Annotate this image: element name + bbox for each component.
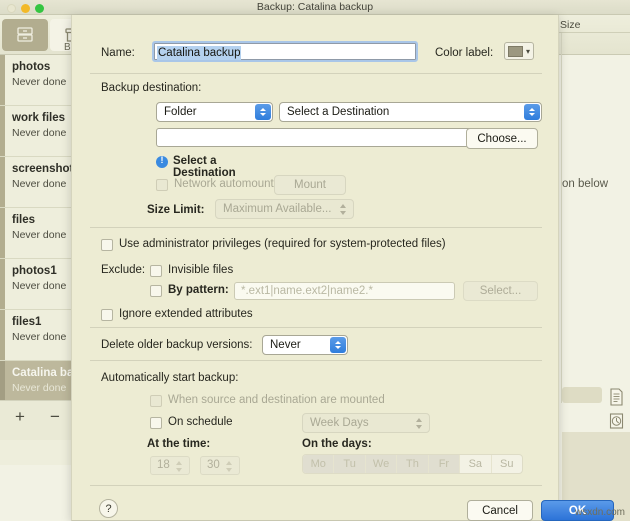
task-item-accent-bar [0, 55, 5, 105]
zoom-window-button[interactable] [35, 4, 44, 13]
exclude-pattern-placeholder: *.ext1|name.ext2|name2.* [241, 285, 373, 297]
network-automount-label: Network automount [174, 178, 274, 190]
on-schedule-label: On schedule [168, 416, 233, 428]
start-when-mounted-checkbox[interactable] [150, 395, 162, 407]
schedule-frequency-popup[interactable]: Week Days [302, 413, 430, 433]
stepper-arrows-icon [340, 203, 347, 216]
detail-placeholder-pill [562, 387, 602, 403]
task-item-accent-bar [0, 106, 5, 156]
day-segment[interactable]: We [365, 455, 398, 473]
window-title: Backup: Catalina backup [256, 1, 374, 13]
backup-settings-sheet: Name: Catalina backup Color label: ▾ Bac… [71, 15, 614, 521]
ignore-xattr-checkbox[interactable] [101, 309, 113, 321]
delete-older-versions-label: Delete older backup versions: [101, 339, 253, 351]
exclude-pattern-label: By pattern: [168, 284, 229, 296]
day-segment[interactable]: Th [397, 455, 429, 473]
ignore-xattr-label: Ignore extended attributes [119, 308, 253, 320]
day-segment[interactable]: Mo [303, 455, 335, 473]
popup-arrows-icon [255, 104, 271, 120]
on-schedule-checkbox[interactable] [150, 417, 162, 429]
divider-destination-section [90, 227, 542, 228]
task-item-accent-bar [0, 157, 5, 207]
delete-older-versions-value: Never [270, 339, 301, 351]
destination-type-popup[interactable]: Folder [156, 102, 273, 122]
popup-arrows-icon [524, 104, 540, 120]
size-limit-value: Maximum Available... [223, 203, 332, 215]
list-header-divider [553, 32, 630, 33]
chevron-down-icon: ▾ [526, 47, 531, 56]
drawer-toolbar-button[interactable] [2, 19, 48, 51]
cancel-button[interactable]: Cancel [467, 500, 533, 521]
close-window-button[interactable] [7, 4, 16, 13]
name-input[interactable]: Catalina backup [152, 41, 418, 62]
drawer-icon [15, 25, 35, 50]
color-label-picker[interactable]: ▾ [504, 42, 534, 60]
backup-destination-label: Backup destination: [101, 82, 202, 94]
size-limit-label: Size Limit: [147, 204, 205, 216]
exclude-invisible-label: Invisible files [168, 264, 234, 276]
background-hint-text: on below [562, 178, 609, 190]
destination-target-popup[interactable]: Select a Destination [279, 102, 542, 122]
at-the-time-label: At the time: [147, 438, 211, 450]
color-swatch [508, 46, 523, 57]
destination-target-value: Select a Destination [287, 106, 390, 118]
content-vertical-divider [561, 33, 562, 403]
choose-button[interactable]: Choose... [466, 128, 538, 149]
schedule-hour-value: 18 [157, 459, 170, 471]
name-input-value: Catalina backup [157, 46, 242, 60]
size-limit-popup[interactable]: Maximum Available... [215, 199, 354, 219]
schedule-frequency-value: Week Days [310, 417, 369, 429]
color-label-label: Color label: [435, 47, 494, 59]
admin-privileges-label: Use administrator privileges (required f… [119, 238, 446, 250]
task-item-accent-bar [0, 310, 5, 360]
schedule-minute-stepper[interactable]: 30 [200, 456, 240, 475]
schedule-days-segmented-control[interactable]: Mo Tu We Th Fr Sa Su [302, 454, 523, 474]
name-input-border: Catalina backup [154, 43, 416, 60]
delete-older-versions-popup[interactable]: Never [262, 335, 348, 355]
schedule-minute-value: 30 [207, 459, 220, 471]
divider-retention-section [90, 360, 542, 361]
task-item-accent-bar [0, 259, 5, 309]
day-segment[interactable]: Su [492, 455, 522, 473]
document-icon [610, 388, 623, 406]
clock-icon-button[interactable] [608, 411, 625, 431]
exclude-label: Exclude: [101, 264, 146, 276]
admin-privileges-checkbox[interactable] [101, 239, 113, 251]
exclude-pattern-checkbox[interactable] [150, 285, 162, 297]
clock-icon [609, 413, 624, 429]
task-item-accent-bar [0, 208, 5, 258]
divider-footer-section [90, 485, 542, 486]
document-icon-button[interactable] [608, 387, 625, 407]
minimize-window-button[interactable] [21, 4, 30, 13]
help-button[interactable]: ? [99, 499, 118, 518]
add-task-button[interactable]: + [15, 408, 25, 425]
destination-type-value: Folder [164, 106, 197, 118]
auto-start-section-label: Automatically start backup: [101, 372, 239, 384]
divider-options-section [90, 327, 542, 328]
day-segment[interactable]: Fr [428, 455, 461, 473]
stepper-arrows-icon [416, 417, 423, 430]
exclude-invisible-checkbox[interactable] [150, 265, 162, 277]
pattern-select-button[interactable]: Select... [463, 281, 538, 301]
network-automount-checkbox[interactable] [156, 179, 168, 191]
stepper-arrows-icon [176, 460, 183, 473]
day-segment[interactable]: Sa [460, 455, 492, 473]
popup-arrows-icon [330, 337, 346, 353]
stepper-arrows-icon [226, 460, 233, 473]
exclude-pattern-input[interactable]: *.ext1|name.ext2|name2.* [234, 282, 455, 300]
on-the-days-label: On the days: [302, 438, 372, 450]
schedule-hour-stepper[interactable]: 18 [150, 456, 190, 475]
column-header-size[interactable]: Size [560, 19, 580, 31]
watermark: wsxdn.com [574, 507, 625, 518]
mount-button[interactable]: Mount [274, 175, 346, 195]
name-label: Name: [101, 47, 135, 59]
divider-name-section [90, 73, 542, 74]
warning-info-icon [156, 155, 168, 168]
start-when-mounted-label: When source and destination are mounted [168, 394, 385, 406]
toolbar-partial-label: B [64, 42, 71, 53]
remove-task-button[interactable]: − [50, 408, 60, 425]
destination-warning-text: Select a Destination [173, 155, 236, 179]
day-segment[interactable]: Tu [334, 455, 366, 473]
